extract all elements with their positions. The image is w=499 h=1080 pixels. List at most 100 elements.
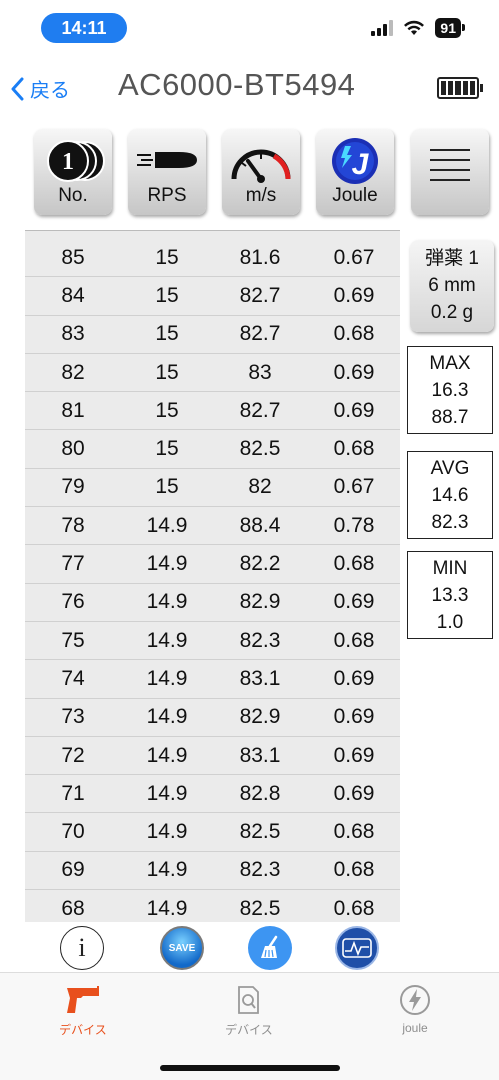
status-icons: 91 bbox=[371, 18, 465, 38]
table-row[interactable]: 82 15 83 0.69 bbox=[25, 354, 400, 393]
tab-device[interactable]: デバイス bbox=[33, 983, 133, 1038]
table-row[interactable]: 69 14.9 82.3 0.68 bbox=[25, 852, 400, 891]
cell-rps: 14.9 bbox=[146, 820, 188, 844]
pistol-icon bbox=[67, 986, 99, 1013]
cell-rps: 15 bbox=[155, 475, 179, 499]
bottom-tools: i SAVE bbox=[0, 924, 499, 970]
sort-rps-button[interactable]: RPS bbox=[128, 129, 206, 215]
cell-velocity: 83 bbox=[248, 360, 272, 384]
no-label: No. bbox=[58, 185, 88, 206]
tab-joule-label: joule bbox=[402, 1021, 428, 1035]
joule-icon: J bbox=[332, 138, 378, 184]
pellet-line-1: 弾薬 1 bbox=[425, 248, 479, 269]
device-battery-icon bbox=[437, 77, 483, 99]
graph-button[interactable] bbox=[335, 926, 379, 970]
cell-rps: 15 bbox=[155, 245, 179, 269]
tab-device-log[interactable]: デバイス bbox=[199, 983, 299, 1038]
back-button[interactable]: 戻る bbox=[10, 74, 70, 103]
coins-icon: 1 bbox=[47, 140, 105, 182]
cell-joule: 0.69 bbox=[333, 360, 375, 384]
cell-shot-no: 71 bbox=[61, 781, 85, 805]
status-time: 14:11 bbox=[41, 13, 127, 43]
cell-rps: 14.9 bbox=[146, 705, 188, 729]
sort-no-button[interactable]: 1 No. bbox=[34, 129, 112, 215]
cell-joule: 0.69 bbox=[333, 743, 375, 767]
cell-joule: 0.68 bbox=[333, 858, 375, 882]
cell-rps: 14.9 bbox=[146, 896, 188, 920]
cell-joule: 0.69 bbox=[333, 283, 375, 307]
cell-shot-no: 84 bbox=[61, 283, 85, 307]
cell-rps: 14.9 bbox=[146, 628, 188, 652]
clear-button[interactable] bbox=[248, 926, 292, 970]
table-row[interactable]: 75 14.9 82.3 0.68 bbox=[25, 622, 400, 661]
cell-shot-no: 82 bbox=[61, 360, 85, 384]
info-icon: i bbox=[78, 933, 86, 962]
cell-shot-no: 85 bbox=[61, 245, 85, 269]
max-stats: MAX 16.3 88.7 bbox=[407, 346, 493, 434]
cell-joule: 0.68 bbox=[333, 437, 375, 461]
sort-velocity-button[interactable]: m/s bbox=[222, 129, 300, 215]
max-label: MAX bbox=[429, 353, 471, 374]
cell-shot-no: 80 bbox=[61, 437, 85, 461]
cell-joule: 0.67 bbox=[333, 245, 375, 269]
cell-shot-no: 77 bbox=[61, 552, 85, 576]
table-row[interactable]: 78 14.9 88.4 0.78 bbox=[25, 507, 400, 546]
table-row[interactable]: 68 14.9 82.5 0.68 bbox=[25, 890, 400, 922]
cell-rps: 14.9 bbox=[146, 552, 188, 576]
avg-rps: 14.6 bbox=[431, 485, 469, 506]
cell-velocity: 82.3 bbox=[239, 858, 281, 882]
speedometer-icon bbox=[231, 149, 291, 183]
cell-rps: 14.9 bbox=[146, 513, 188, 537]
cell-rps: 15 bbox=[155, 360, 179, 384]
bullet-icon bbox=[137, 152, 197, 168]
min-velocity: 1.0 bbox=[436, 612, 464, 633]
cell-joule: 0.68 bbox=[333, 552, 375, 576]
table-row[interactable]: 84 15 82.7 0.69 bbox=[25, 277, 400, 316]
table-row[interactable]: 71 14.9 82.8 0.69 bbox=[25, 775, 400, 814]
table-row[interactable]: 76 14.9 82.9 0.69 bbox=[25, 584, 400, 622]
table-row[interactable]: 81 15 82.7 0.69 bbox=[25, 392, 400, 431]
max-velocity: 88.7 bbox=[431, 407, 469, 428]
cell-joule: 0.69 bbox=[333, 781, 375, 805]
cell-velocity: 82.5 bbox=[239, 896, 281, 920]
table-row[interactable]: 72 14.9 83.1 0.69 bbox=[25, 737, 400, 776]
tab-bar: デバイス デバイス joule bbox=[0, 972, 499, 1080]
tab-joule[interactable]: joule bbox=[365, 983, 465, 1035]
cell-shot-no: 70 bbox=[61, 820, 85, 844]
min-stats: MIN 13.3 1.0 bbox=[407, 551, 493, 639]
nav-bar: 戻る AC6000-BT5494 bbox=[0, 60, 499, 118]
cell-shot-no: 75 bbox=[61, 628, 85, 652]
table-row[interactable]: 73 14.9 82.9 0.69 bbox=[25, 699, 400, 737]
table-row[interactable]: 70 14.9 82.5 0.68 bbox=[25, 814, 400, 852]
cell-shot-no: 72 bbox=[61, 743, 85, 767]
min-rps: 13.3 bbox=[431, 585, 469, 606]
table-row[interactable]: 74 14.9 83.1 0.69 bbox=[25, 660, 400, 699]
cell-velocity: 83.1 bbox=[239, 666, 281, 690]
cell-joule: 0.69 bbox=[333, 666, 375, 690]
cell-velocity: 83.1 bbox=[239, 743, 281, 767]
table-row[interactable]: 77 14.9 82.2 0.68 bbox=[25, 545, 400, 584]
cell-rps: 15 bbox=[155, 283, 179, 307]
cell-shot-no: 76 bbox=[61, 590, 85, 614]
save-button[interactable]: SAVE bbox=[160, 926, 204, 970]
table-row[interactable]: 83 15 82.7 0.68 bbox=[25, 316, 400, 354]
save-label: SAVE bbox=[168, 942, 196, 954]
cell-velocity: 82.2 bbox=[239, 552, 281, 576]
sort-joule-button[interactable]: J Joule bbox=[316, 129, 394, 215]
cell-joule: 0.68 bbox=[333, 896, 375, 920]
table-row[interactable]: 79 15 82 0.67 bbox=[25, 469, 400, 508]
table-row[interactable]: 80 15 82.5 0.68 bbox=[25, 431, 400, 469]
cell-rps: 14.9 bbox=[146, 590, 188, 614]
shot-table[interactable]: 85 15 81.6 0.67 84 15 82.7 0.69 83 15 82.7 0.68 82 15… bbox=[25, 231, 400, 922]
status-bar: 14:11 91 bbox=[0, 0, 499, 60]
table-row[interactable]: 85 15 81.6 0.67 bbox=[25, 239, 400, 278]
waveform-icon bbox=[342, 938, 372, 958]
pellet-button[interactable]: 弾薬 1 6 mm 0.2 g bbox=[410, 240, 494, 332]
cell-velocity: 82.5 bbox=[239, 437, 281, 461]
info-button[interactable]: i bbox=[60, 926, 104, 970]
cell-joule: 0.69 bbox=[333, 398, 375, 422]
pellet-line-3: 0.2 g bbox=[430, 302, 474, 323]
avg-stats: AVG 14.6 82.3 bbox=[407, 451, 493, 539]
menu-button[interactable] bbox=[411, 129, 489, 215]
cell-shot-no: 69 bbox=[61, 858, 85, 882]
